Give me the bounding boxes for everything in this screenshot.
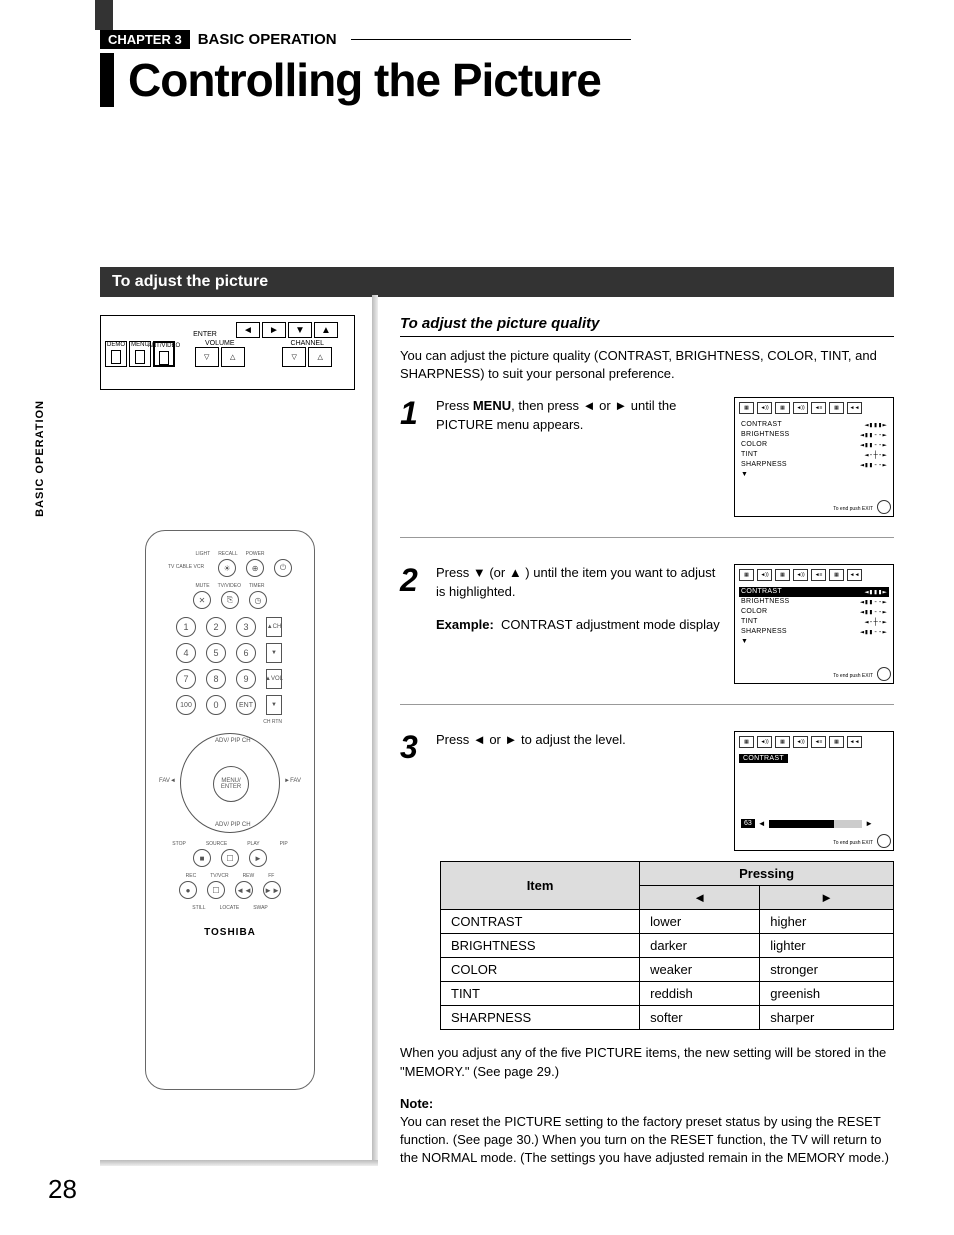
chapter-badge: CHAPTER 3	[100, 30, 190, 49]
chapter-rule	[351, 39, 631, 40]
divider-shadow-horizontal	[100, 1160, 378, 1166]
tvvcr-button[interactable]: ☐	[207, 881, 225, 899]
demo-button[interactable]: DEMO	[105, 341, 127, 367]
menu-enter-button[interactable]: MENU/ ENTER	[213, 766, 249, 802]
divider-shadow-vertical	[372, 295, 378, 1165]
stop-button[interactable]: ■	[193, 849, 211, 867]
num-100-button[interactable]: 100	[176, 695, 196, 715]
rew-button[interactable]: ◄◄	[235, 881, 253, 899]
num-5-button[interactable]: 5	[206, 643, 226, 663]
source-button[interactable]: ☐	[221, 849, 239, 867]
osd-screenshot-3: ▦◄))▦◄))◄≡▦◄◄ CONTRAST 63 ◄ ► To end pus…	[734, 731, 894, 851]
note-text: You can reset the PICTURE setting to the…	[400, 1114, 889, 1165]
num-1-button[interactable]: 1	[176, 617, 196, 637]
section-bar: To adjust the picture	[100, 267, 894, 297]
table-head-pressing: Pressing	[640, 862, 894, 886]
page-content: CHAPTER 3 BASIC OPERATION Controlling th…	[100, 30, 894, 1168]
osd-screenshot-1: ▦◄))▦◄))◄≡▦◄◄ CONTRAST◄▮▮▮► BRIGHTNESS◄▮…	[734, 397, 894, 517]
channel-up-button[interactable]: △	[308, 347, 332, 367]
vol-down-button[interactable]: ▼	[266, 695, 282, 715]
arrow-down-button[interactable]: ▼	[288, 322, 312, 338]
recall-button[interactable]: ⊕	[246, 559, 264, 577]
step-number: 1	[400, 397, 424, 517]
contrast-value: 63	[741, 819, 755, 828]
table-head-item: Item	[441, 862, 640, 910]
channel-down-button[interactable]: ▽	[282, 347, 306, 367]
ff-button[interactable]: ►►	[263, 881, 281, 899]
timer-button[interactable]: ◷	[249, 591, 267, 609]
table-head-left-arrow: ◄	[640, 886, 760, 910]
num-3-button[interactable]: 3	[236, 617, 256, 637]
chapter-label: BASIC OPERATION	[198, 31, 337, 48]
num-4-button[interactable]: 4	[176, 643, 196, 663]
volume-up-button[interactable]: △	[221, 347, 245, 367]
power-button[interactable]: ⏻	[274, 559, 292, 577]
osd-tab-icon: ▦	[739, 402, 754, 414]
channel-label: CHANNEL	[291, 340, 324, 347]
num-7-button[interactable]: 7	[176, 669, 196, 689]
note-label: Note:	[400, 1096, 433, 1111]
page-number: 28	[48, 1174, 77, 1205]
corner-dark-bar	[95, 0, 113, 30]
antvideo-button[interactable]: ANT/VIDEO	[153, 341, 175, 367]
remote-control-diagram: LIGHTRECALLPOWER TV CABLE VCR ☀ ⊕ ⏻ MUTE…	[145, 530, 315, 1090]
side-tab-basic-operation: BASIC OPERATION	[30, 390, 50, 527]
exit-knob-icon	[877, 500, 891, 514]
step-3: 3 Press ◄ or ► to adjust the level. ▦◄))…	[400, 731, 894, 851]
chrtn-label: CH RTN	[160, 719, 300, 725]
enter-label: ENTER	[175, 331, 235, 338]
subheading: To adjust the picture quality	[400, 315, 894, 337]
ent-button[interactable]: ENT	[236, 695, 256, 715]
table-head-right-arrow: ►	[760, 886, 894, 910]
contrast-bar	[769, 820, 862, 828]
table-row: CONTRASTlowerhigher	[441, 910, 894, 934]
ch-up-button[interactable]: ▲CH	[266, 617, 282, 637]
brand-logo: TOSHIBA	[160, 927, 300, 938]
osd-screenshot-2: ▦◄))▦◄))◄≡▦◄◄ CONTRAST◄▮▮▮► BRIGHTNESS◄▮…	[734, 564, 894, 684]
step-2: 2 Press ▼ (or ▲ ) until the item you wan…	[400, 564, 894, 705]
num-8-button[interactable]: 8	[206, 669, 226, 689]
arrow-up-button[interactable]: ▲	[314, 322, 338, 338]
source-switch-label: TV CABLE VCR	[168, 565, 204, 571]
page-title: Controlling the Picture	[128, 53, 894, 107]
step-number: 2	[400, 564, 424, 684]
tvvideo-button[interactable]: ⎘	[221, 591, 239, 609]
adjustment-table: Item Pressing ◄ ► CONTRASTlowerhigher BR…	[440, 861, 894, 1030]
light-button[interactable]: ☀	[218, 559, 236, 577]
num-9-button[interactable]: 9	[236, 669, 256, 689]
number-pad: 1 2 3 ▲CH 4 5 6 ▼ 7 8 9 ▲VOL 100 0 ENT ▼	[160, 617, 300, 715]
table-row: TINTreddishgreenish	[441, 982, 894, 1006]
note-block: Note: You can reset the PICTURE setting …	[400, 1095, 894, 1168]
num-0-button[interactable]: 0	[206, 695, 226, 715]
dpad: MENU/ ENTER ADV/ PIP CH ADV/ PIP CH FAV◄…	[180, 733, 280, 833]
arrow-right-button[interactable]: ►	[262, 322, 286, 338]
step-number: 3	[400, 731, 424, 851]
ch-down-button[interactable]: ▼	[266, 643, 282, 663]
volume-label: VOLUME	[205, 340, 235, 347]
table-row: BRIGHTNESSdarkerlighter	[441, 934, 894, 958]
num-2-button[interactable]: 2	[206, 617, 226, 637]
after-table-paragraph: When you adjust any of the five PICTURE …	[400, 1044, 894, 1080]
intro-paragraph: You can adjust the picture quality (CONT…	[400, 347, 894, 383]
vol-up-button[interactable]: ▲VOL	[266, 669, 282, 689]
num-6-button[interactable]: 6	[236, 643, 256, 663]
step-1: 1 Press MENU, then press ◄ or ► until th…	[400, 397, 894, 538]
table-row: SHARPNESSsoftersharper	[441, 1006, 894, 1030]
arrow-left-button[interactable]: ◄	[236, 322, 260, 338]
play-button[interactable]: ►	[249, 849, 267, 867]
tv-top-control-panel: ENTER ◄ ► ▼ ▲ DEMO MENU ANT/VIDEO VOLUME…	[100, 315, 355, 390]
mute-button[interactable]: ✕	[193, 591, 211, 609]
rec-button[interactable]: ●	[179, 881, 197, 899]
volume-down-button[interactable]: ▽	[195, 347, 219, 367]
table-row: COLORweakerstronger	[441, 958, 894, 982]
